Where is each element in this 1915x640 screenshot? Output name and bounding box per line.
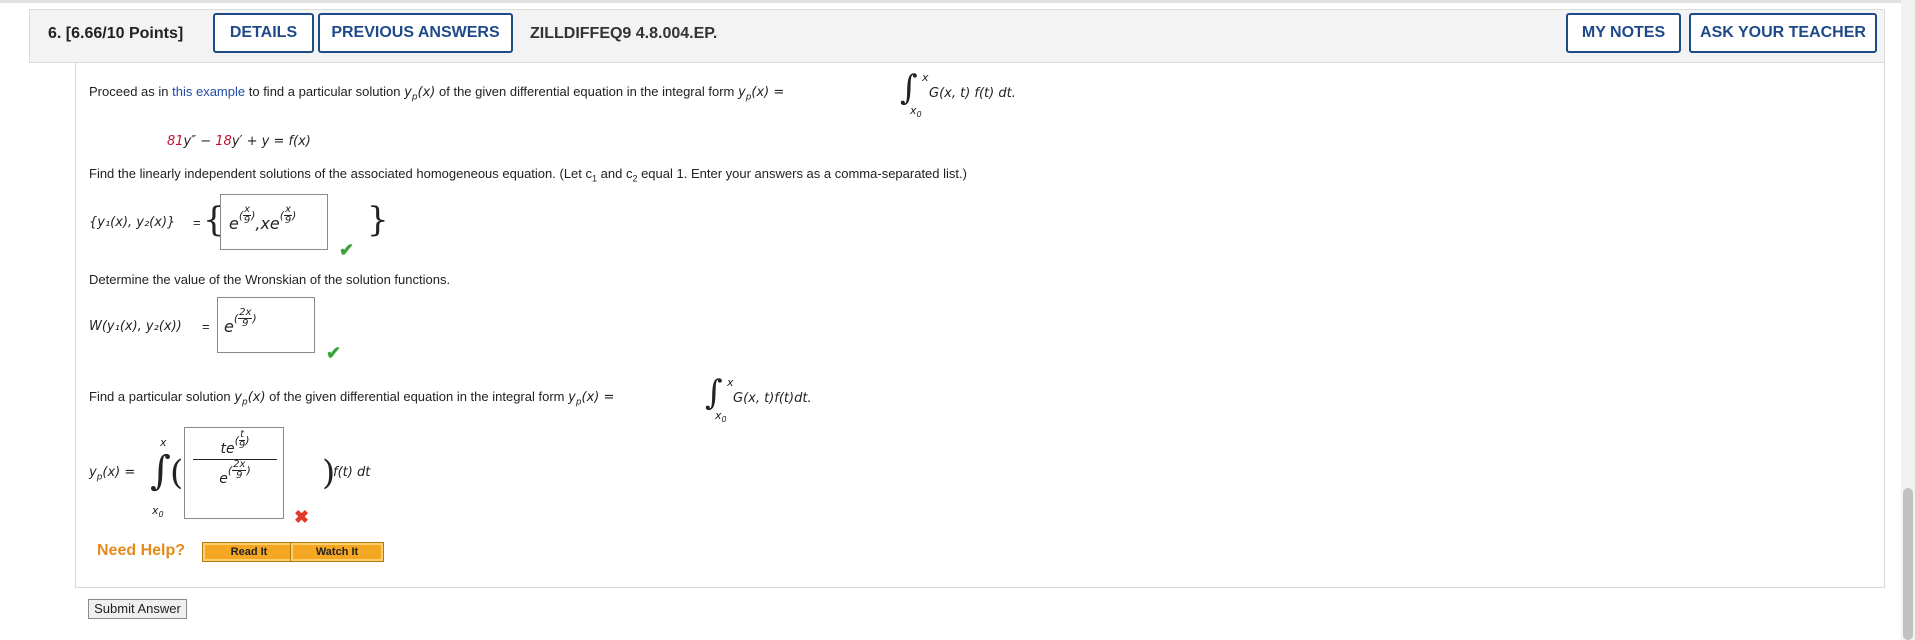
previous-answers-button[interactable]: PREVIOUS ANSWERS: [318, 13, 513, 53]
part3-prompt-upper-limit: x: [727, 376, 734, 389]
part3-lower-limit: x0: [152, 504, 164, 520]
integral-sign: ∫: [900, 68, 918, 108]
intro-suffix2: of the given differential equation in th…: [439, 84, 735, 99]
submit-answer-button[interactable]: Submit Answer: [88, 599, 187, 619]
part3-prompt-integral-sign: ∫: [705, 373, 723, 413]
part3-lhs: yp(x) =: [89, 465, 136, 483]
part2-prompt: Determine the value of the Wronskian of …: [89, 272, 451, 287]
question-header: 6. [6.66/10 Points] DETAILS PREVIOUS ANS…: [29, 9, 1885, 63]
yp-symbol-2: yp(x) =: [737, 85, 785, 103]
part1-answer: e(x 9),xe(x 9): [229, 204, 297, 233]
part2-lhs: W(y₁(x), y₂(x)): [89, 319, 182, 334]
part2-answer: e(2x 9): [224, 307, 257, 336]
part2-equals: =: [202, 319, 210, 334]
part1-answer-box[interactable]: e(x 9),xe(x 9): [220, 194, 328, 250]
question-body: [75, 63, 1885, 588]
part1-prompt: Find the linearly independent solutions …: [89, 166, 967, 184]
part3-open-paren: (: [170, 453, 184, 493]
part3-prompt-integrand: G(x, t)f(t)dt.: [733, 391, 812, 406]
eq-part-2: y′ + y = f(x): [231, 134, 311, 149]
yp-symbol: yp(x): [404, 85, 436, 103]
part3-tail: f(t) dt: [333, 465, 371, 480]
page-scrollbar[interactable]: [1901, 0, 1915, 640]
coef-2: 18: [215, 134, 232, 149]
coef-1: 81: [167, 134, 184, 149]
scrollbar-thumb[interactable]: [1903, 488, 1913, 640]
part1-correct-check-icon: ✔: [339, 240, 355, 260]
differential-equation: 81y″ − 18y′ + y = f(x): [167, 134, 311, 149]
part3-answer-numerator: te(t 9): [193, 430, 277, 461]
ask-your-teacher-button[interactable]: ASK YOUR TEACHER: [1689, 13, 1877, 53]
watch-it-button[interactable]: Watch It: [290, 542, 384, 562]
example-link[interactable]: this example: [172, 84, 245, 99]
my-notes-button[interactable]: MY NOTES: [1566, 13, 1681, 53]
part3-answer-fraction: te(t 9) e(2x 9): [193, 430, 277, 488]
part2-correct-check-icon: ✔: [326, 343, 342, 363]
part3-integral-sign: ∫: [150, 448, 171, 494]
question-label: 6. [6.66/10 Points]: [48, 25, 184, 42]
part1-equals: =: [193, 215, 201, 230]
read-it-button[interactable]: Read It: [202, 542, 296, 562]
intro-integrand: G(x, t) f(t) dt.: [929, 86, 1016, 101]
top-border: [0, 0, 1915, 3]
part2-answer-box[interactable]: e(2x 9): [217, 297, 315, 353]
need-help-label: Need Help?: [97, 542, 186, 559]
part1-close-brace: }: [367, 200, 389, 240]
details-button[interactable]: DETAILS: [213, 13, 314, 53]
part1-lhs: {y₁(x), y₂(x)}: [89, 215, 176, 230]
question-code: ZILLDIFFEQ9 4.8.004.EP.: [530, 25, 718, 42]
part3-prompt-lower-limit: x0: [715, 409, 727, 425]
part3-answer-box[interactable]: te(t 9) e(2x 9): [184, 427, 284, 519]
intro-prefix: Proceed as in: [89, 84, 169, 99]
part3-answer-denominator: e(2x 9): [219, 459, 251, 488]
part3-prompt: Find a particular solution yp(x) of the …: [89, 389, 615, 408]
integral-lower-limit: x0: [910, 104, 922, 120]
intro-text: Proceed as in this example to find a par…: [89, 84, 784, 103]
part3-incorrect-x-icon: ✖: [294, 507, 310, 527]
integral-upper-limit: x: [922, 71, 929, 84]
eq-part-1: y″ −: [183, 134, 216, 149]
intro-suffix: to find a particular solution: [248, 84, 401, 99]
